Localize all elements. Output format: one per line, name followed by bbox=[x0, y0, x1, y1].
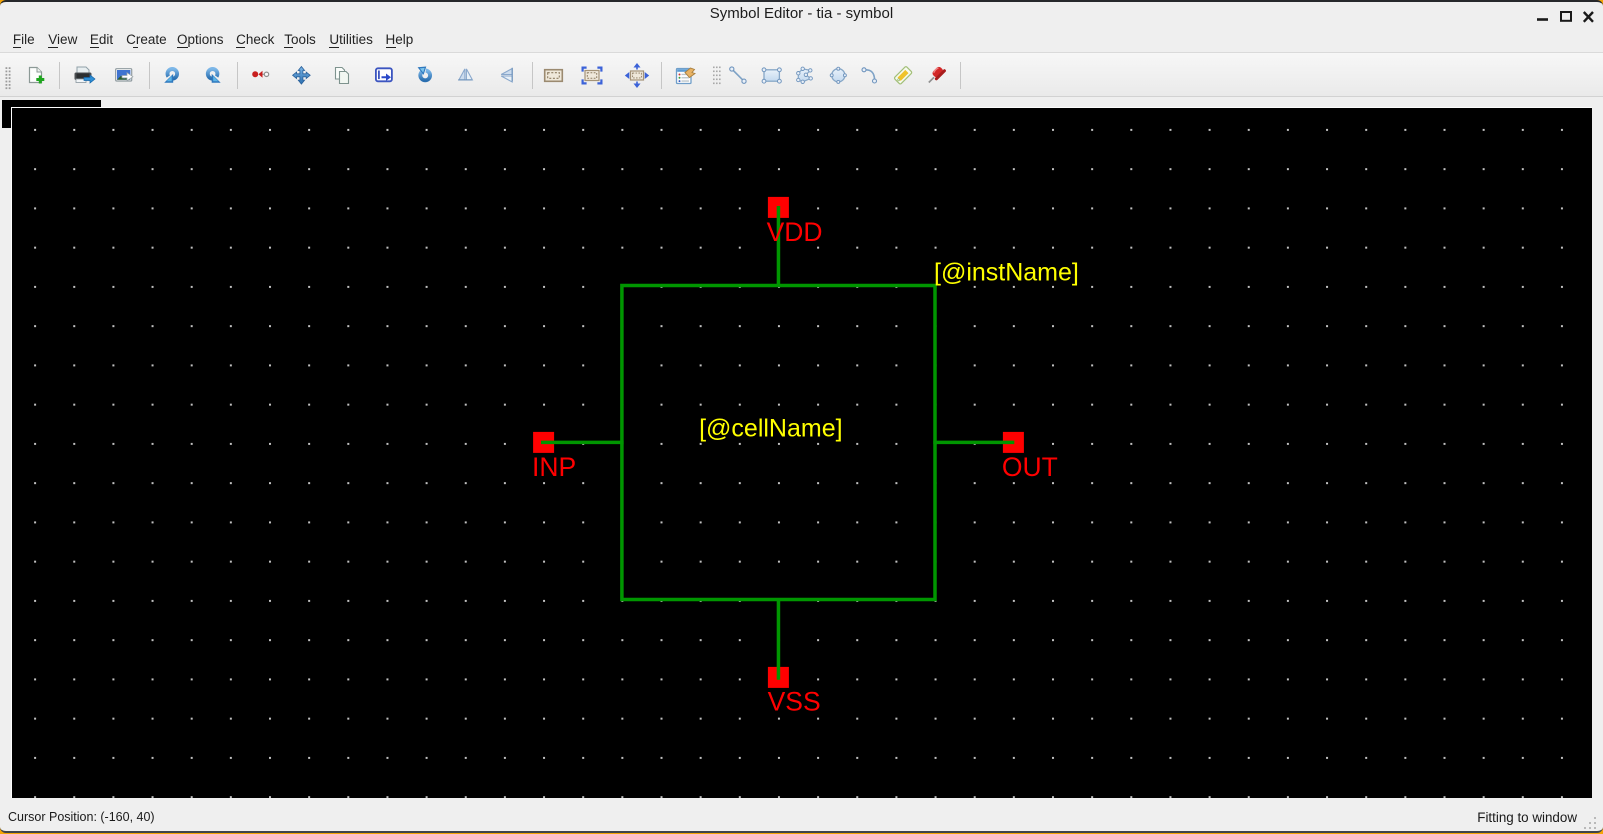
svg-text:VSS: VSS bbox=[768, 686, 821, 716]
svg-text:[@instName]: [@instName] bbox=[934, 259, 1079, 287]
svg-text:[@cellName]: [@cellName] bbox=[699, 415, 842, 443]
svg-text:OUT: OUT bbox=[1002, 452, 1058, 482]
svg-text:INP: INP bbox=[532, 452, 576, 482]
svg-text:VDD: VDD bbox=[767, 217, 823, 247]
